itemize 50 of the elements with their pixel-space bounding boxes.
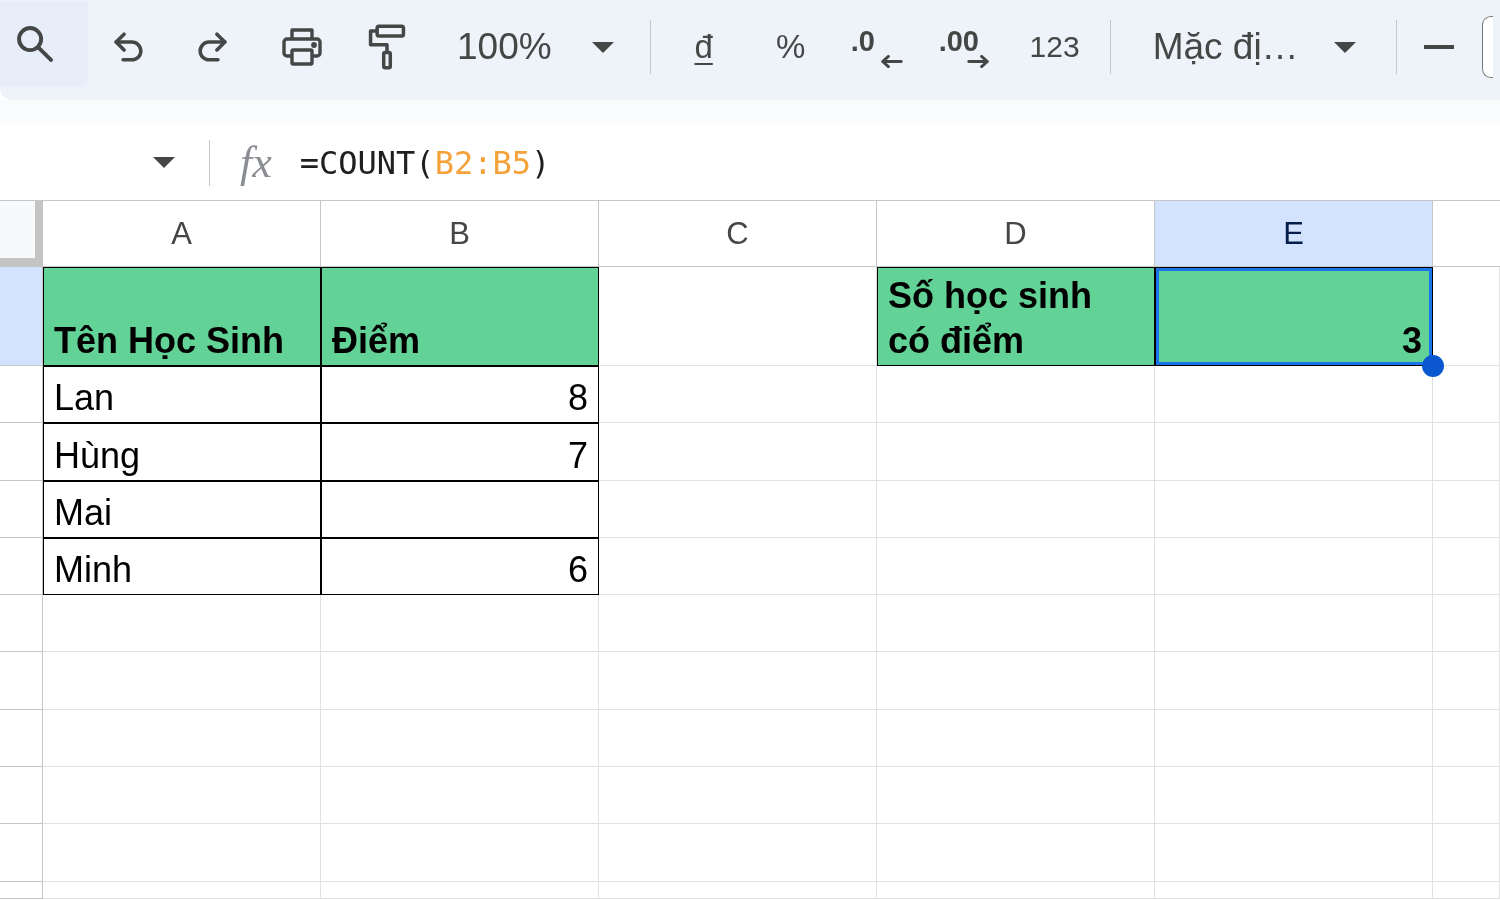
column-header[interactable]: D: [877, 201, 1155, 267]
table-cell[interactable]: [321, 480, 599, 538]
fill-handle[interactable]: [1422, 355, 1444, 377]
table-cell[interactable]: Số học sinh có điểm: [877, 267, 1155, 366]
decrease-decimal-button[interactable]: .0: [850, 17, 903, 77]
table-cell[interactable]: Mai: [43, 480, 321, 538]
row-header[interactable]: [0, 824, 43, 882]
search-button[interactable]: [0, 1, 88, 87]
minus-icon: [1423, 45, 1454, 49]
undo-icon: [112, 32, 144, 62]
row-header[interactable]: [0, 767, 43, 825]
column-header[interactable]: C: [599, 201, 877, 267]
table-cell[interactable]: Tên Học Sinh: [43, 267, 321, 366]
search-icon: [17, 26, 53, 62]
table-cell[interactable]: Minh: [43, 537, 321, 596]
row-header[interactable]: [0, 537, 43, 596]
formula-input[interactable]: =COUNT(B2:B5): [293, 137, 1500, 188]
row-header[interactable]: [0, 423, 43, 481]
column-header[interactable]: B: [321, 201, 599, 267]
column-header[interactable]: A: [43, 201, 321, 267]
zoom-dropdown[interactable]: 100%: [440, 17, 626, 77]
row-header[interactable]: [0, 595, 43, 653]
row-header[interactable]: [0, 480, 43, 538]
function-label: fx: [240, 137, 272, 188]
font-dropdown[interactable]: Mặc đị…: [1137, 17, 1369, 77]
caret-icon: [153, 157, 175, 168]
row-header[interactable]: [0, 267, 43, 366]
caret-icon: [591, 41, 614, 53]
increase-decimal-button[interactable]: .00: [938, 17, 991, 77]
row-header[interactable]: [0, 652, 43, 710]
table-cell[interactable]: 6: [321, 537, 599, 596]
arrow-right-icon: [966, 55, 991, 68]
font-size-field[interactable]: [1481, 16, 1493, 78]
arrow-left-icon: [878, 55, 903, 68]
select-all-button[interactable]: [0, 201, 43, 267]
row-header[interactable]: [0, 366, 43, 424]
table-cell[interactable]: Điểm: [321, 267, 599, 366]
table-cell[interactable]: Lan: [43, 366, 321, 424]
row-header[interactable]: [0, 709, 43, 768]
paint-roller-icon: [368, 24, 406, 70]
currency-format-button[interactable]: đ: [671, 17, 736, 77]
table-cell[interactable]: Hùng: [43, 423, 321, 481]
redo-icon: [197, 32, 229, 62]
printer-icon: [281, 28, 323, 66]
table-cell[interactable]: 8: [321, 366, 599, 424]
percent-format-button[interactable]: %: [758, 17, 823, 77]
column-header[interactable]: E: [1155, 201, 1433, 267]
caret-icon: [1333, 41, 1356, 53]
number-format-button[interactable]: 123: [1022, 17, 1087, 77]
table-cell[interactable]: 7: [321, 423, 599, 481]
